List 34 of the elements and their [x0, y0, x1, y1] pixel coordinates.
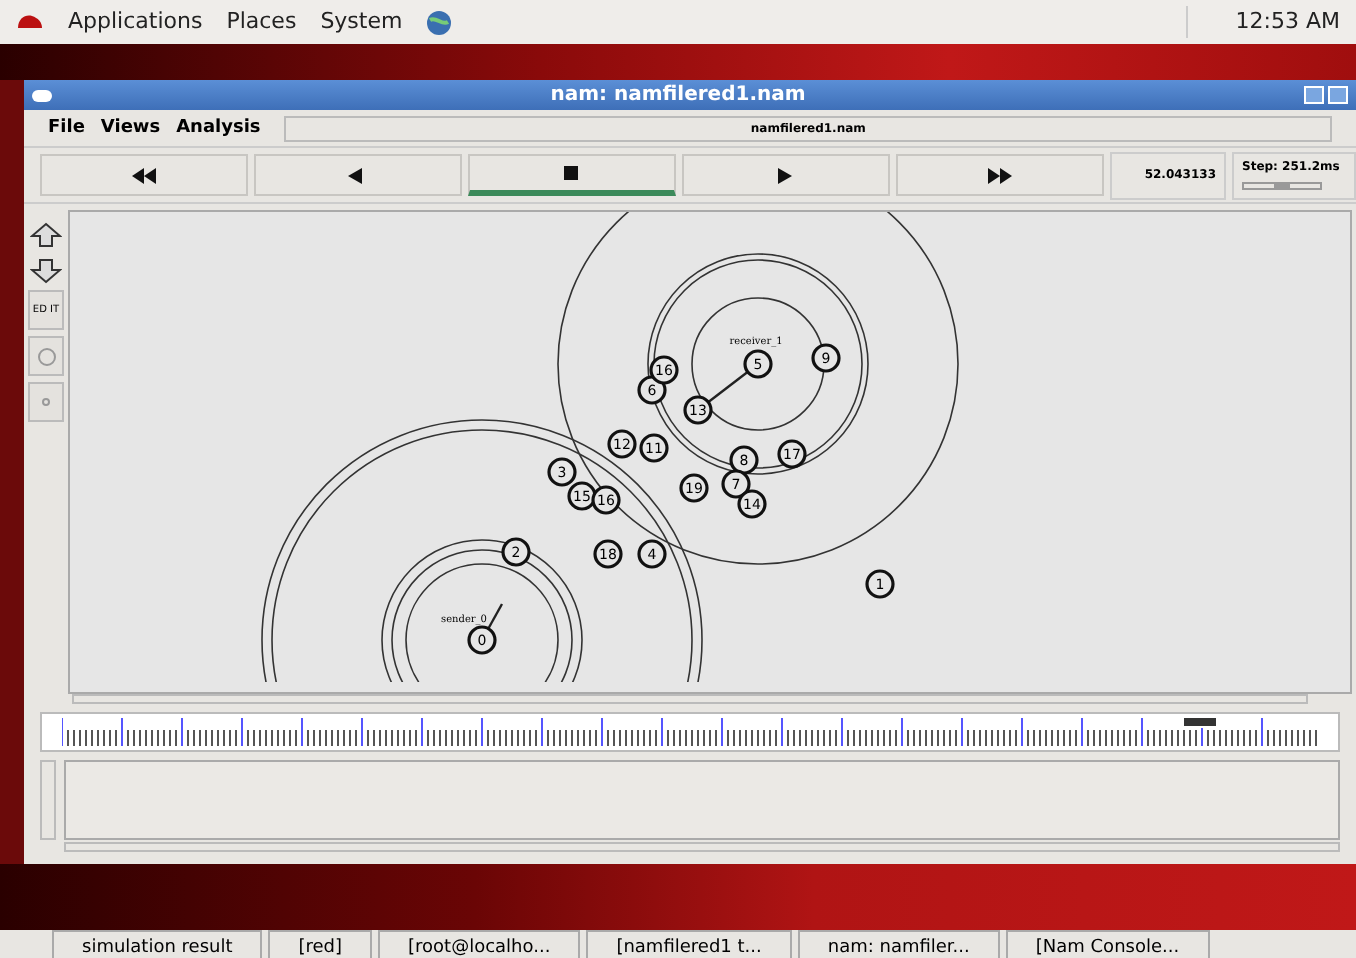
arrow-down-icon[interactable] [30, 256, 62, 284]
circle-tool-button[interactable] [28, 336, 64, 376]
taskbar-button[interactable]: [red] [268, 930, 373, 958]
panel-menu[interactable]: System [320, 5, 403, 39]
menu-item[interactable]: File [48, 115, 85, 143]
taskbar-button[interactable]: simulation result [52, 930, 263, 958]
hat-icon [16, 12, 44, 32]
timeline[interactable] [40, 712, 1340, 752]
window-title: nam: namfilered1.nam [548, 82, 808, 110]
arrow-up-icon[interactable] [30, 222, 62, 250]
slider-thumb[interactable] [1274, 181, 1290, 189]
taskbar-button[interactable]: [namfilered1 t... [586, 930, 792, 958]
clock[interactable]: 12:53 AM [1185, 5, 1340, 39]
horizontal-scrollbar[interactable] [72, 694, 1308, 704]
forward-button[interactable] [896, 154, 1104, 196]
horizontal-scrollbar[interactable] [64, 842, 1340, 852]
menu-item[interactable]: Analysis [176, 115, 261, 143]
panel-menu[interactable]: Places [226, 5, 297, 39]
globe-icon [426, 9, 453, 35]
dot-tool-button[interactable] [28, 382, 64, 422]
taskbar-button[interactable]: nam: namfiler... [797, 930, 1000, 958]
menu-item[interactable]: Views [100, 115, 161, 143]
window-menu-icon[interactable] [32, 89, 52, 101]
time-marker-icon[interactable] [1182, 716, 1218, 728]
minimize-button[interactable] [1304, 86, 1324, 104]
rewind-icon [128, 165, 160, 185]
rewind-button[interactable] [40, 154, 248, 196]
maximize-button[interactable] [1328, 86, 1348, 104]
vertical-scrollbar[interactable] [40, 760, 56, 840]
taskbar-button[interactable]: [Nam Console... [1005, 930, 1210, 958]
stop-button[interactable] [468, 154, 676, 196]
taskbar-button[interactable]: [root@localho... [378, 930, 581, 958]
panel-menu[interactable]: Applications [68, 5, 203, 39]
forward-icon [984, 165, 1016, 185]
